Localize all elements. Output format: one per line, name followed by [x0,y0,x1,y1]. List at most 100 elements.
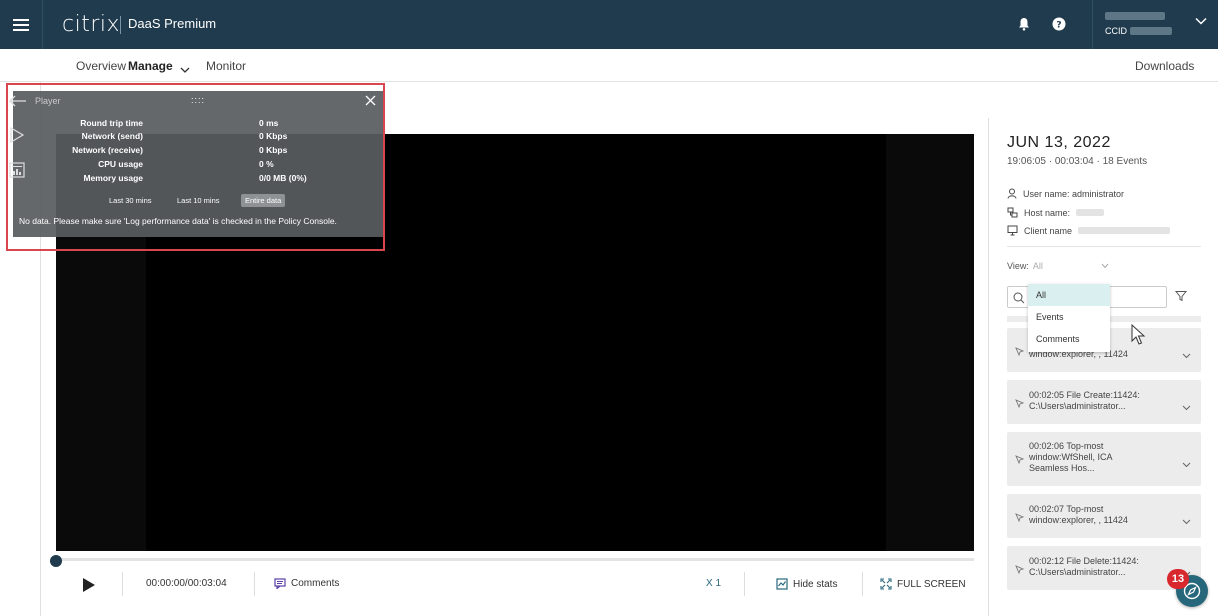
hide-stats-label: Hide stats [793,578,838,590]
chevron-down-icon[interactable] [180,61,190,79]
event-card[interactable]: 00:02:05 File Create:11424: C:\Users\adm… [1007,380,1201,424]
back-arrow-icon[interactable] [9,94,27,112]
menu-icon[interactable] [0,0,42,49]
nav-manage[interactable]: Manage [128,59,173,73]
stat-label-network-receive: Network (receive) [72,145,143,155]
search-icon [1013,291,1025,309]
player-stats-overlay: Player :::: Round trip time 0 ms Network… [13,91,383,237]
event-text: 00:02:05 File Create:11424: [1029,390,1140,400]
comments-button[interactable]: Comments [274,578,339,589]
stat-value-network-send: 0 Kbps [259,131,288,141]
event-text: 00:02:12 File Delete:11424: [1029,556,1139,566]
event-text: Seamless Hos... [1029,463,1095,473]
divider [120,16,121,34]
stat-label-cpu: CPU usage [98,159,143,169]
event-card[interactable]: 00:02:07 Top-most window:explorer, , 114… [1007,494,1201,538]
event-card[interactable]: 00:02:06 Top-most window:WfShell, ICA Se… [1007,432,1201,486]
view-select[interactable]: View: All [1007,261,1109,271]
cursor-icon [1015,510,1025,528]
view-value[interactable]: All [1033,261,1043,271]
event-text: C:\Users\administrator... [1029,567,1126,577]
stat-value-cpu: 0 % [259,159,274,169]
user-name-redacted[interactable] [1105,12,1165,20]
stat-label-network-send: Network (send) [81,131,143,141]
divider [42,0,43,49]
stat-label-memory: Memory usage [83,173,143,183]
chevron-down-icon[interactable] [1182,398,1191,416]
timeline-track[interactable] [56,558,974,561]
host-name-redacted [1076,209,1105,216]
event-text: window:WfShell, ICA [1029,452,1113,462]
range-entire-data[interactable]: Entire data [241,194,286,207]
nav-monitor[interactable]: Monitor [206,59,246,73]
range-last-10-mins[interactable]: Last 10 mins [177,196,220,205]
citrix-logo: citrix [62,12,121,37]
session-date: JUN 13, 2022 [1007,134,1111,151]
filter-icon[interactable] [1174,289,1188,307]
event-text: window:explorer, , 11424 [1029,515,1128,525]
host-name-row: Host name: [1007,207,1105,218]
client-name-redacted [1078,227,1171,234]
help-icon[interactable]: ? [1050,15,1068,33]
divider [862,572,863,596]
host-name-text: Host name: [1024,207,1071,218]
ccid-redacted [1130,27,1172,35]
stat-value-network-receive: 0 Kbps [259,145,288,155]
user-icon [1007,188,1017,199]
close-icon[interactable] [365,93,376,110]
expand-icon [880,578,892,590]
range-last-30-mins[interactable]: Last 30 mins [109,196,152,205]
bell-icon[interactable] [1015,15,1033,33]
view-option-events[interactable]: Events [1028,306,1110,328]
speed-button[interactable]: X 1 [706,578,721,589]
product-name: DaaS Premium [128,16,217,31]
stat-value-rtt: 0 ms [259,118,279,128]
full-screen-button[interactable]: FULL SCREEN [880,578,966,590]
hide-stats-button[interactable]: Hide stats [776,578,837,590]
divider [122,572,123,596]
view-dropdown-menu: All Events Comments [1028,284,1110,352]
ccid-label: CCID [1105,26,1127,36]
stat-label-rtt: Round trip time [80,118,143,128]
mouse-pointer-icon [1131,323,1147,351]
drag-handle-icon[interactable]: :::: [191,95,205,105]
client-name-row: Client name [1007,225,1171,236]
stat-value-memory: 0/0 MB (0%) [259,173,307,183]
play-icon[interactable] [82,577,96,593]
view-option-comments[interactable]: Comments [1028,328,1110,350]
client-name-text: Client name [1024,225,1073,236]
downloads-link[interactable]: Downloads [1135,59,1194,73]
chevron-down-icon[interactable] [1182,512,1191,530]
cursor-icon [1015,344,1025,362]
user-name-text: User name: administrator [1023,188,1125,199]
notification-badge: 13 [1167,569,1189,589]
session-panel: JUN 13, 2022 19:06:05 · 00:03:04 · 18 Ev… [988,118,1218,616]
chart-icon [776,578,788,590]
view-option-all[interactable]: All [1028,284,1110,306]
chevron-down-icon[interactable] [1182,346,1191,364]
chevron-down-icon[interactable] [1182,455,1191,473]
stats-icon[interactable] [9,162,25,183]
cursor-icon [1015,396,1025,414]
chevron-down-icon[interactable] [1101,261,1109,271]
monitor-icon [1007,225,1018,236]
scrub-handle[interactable] [50,555,62,567]
player-controls: 00:00:00/00:03:04 Comments X 1 Hide stat… [56,568,974,602]
play-rail-icon[interactable] [9,126,25,148]
session-meta: 19:06:05 · 00:03:04 · 18 Events [1007,156,1148,167]
top-bar: citrix DaaS Premium ? CCID [0,0,1218,49]
cursor-icon [1015,452,1025,470]
comments-label: Comments [291,578,340,589]
nav-overview[interactable]: Overview [76,59,126,73]
overlay-title: Player [35,96,61,106]
comment-icon [274,578,286,589]
full-screen-label: FULL SCREEN [897,578,966,590]
event-text: 00:02:07 Top-most [1029,504,1104,514]
host-icon [1007,207,1018,218]
divider [1092,0,1093,49]
divider [744,572,745,596]
chevron-down-icon[interactable] [1194,14,1208,33]
cursor-icon [1015,562,1025,580]
event-text: 00:02:06 Top-most [1029,441,1104,451]
user-name-row: User name: administrator [1007,188,1124,199]
